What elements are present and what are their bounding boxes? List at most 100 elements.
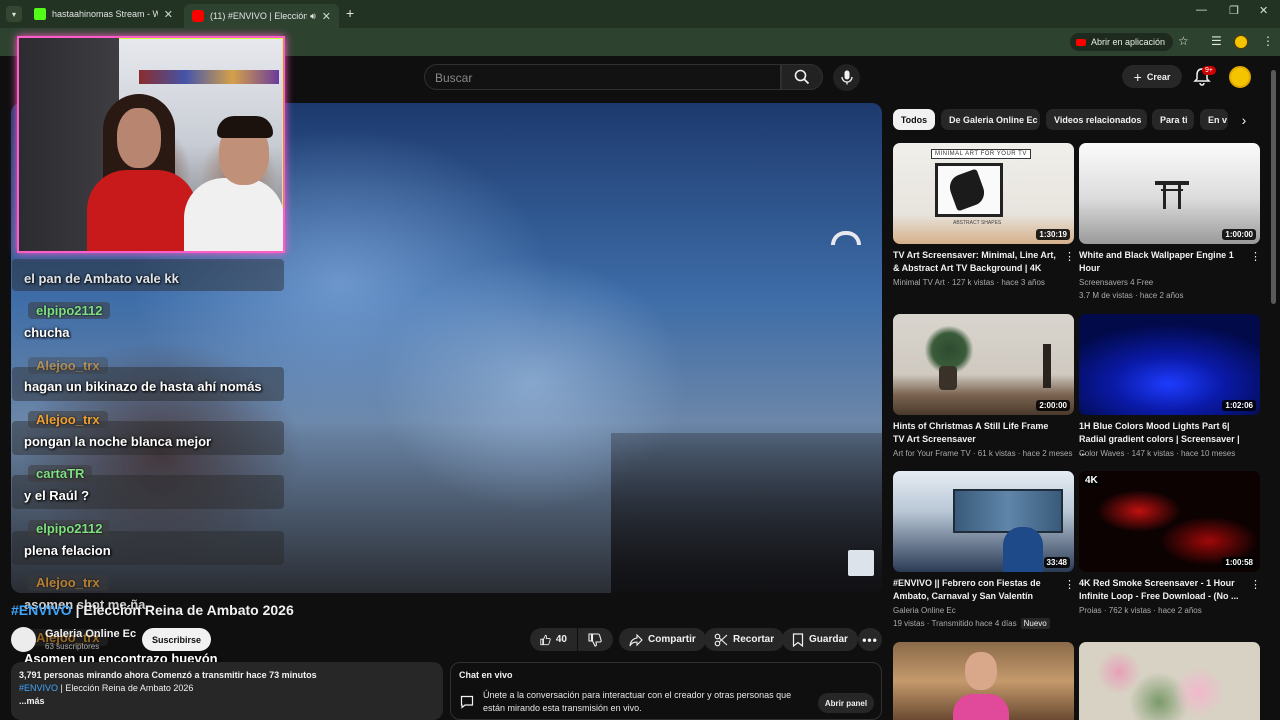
video-meta: Minimal TV Art · 127 k vistas · hace 3 a… — [893, 278, 1045, 287]
tab-youtube-live[interactable]: (11) #ENVIVO | Elección Rei 🔊︎ ✕ — [184, 4, 339, 28]
channel-name[interactable]: Art for Your Frame TV — [893, 449, 971, 458]
more-vert-icon[interactable]: ⋮ — [1064, 578, 1075, 591]
notifications-badge: 9+ — [1202, 66, 1216, 75]
live-chat-title: Chat en vivo — [459, 670, 513, 680]
live-chat-panel: Chat en vivo Únete a la conversación par… — [450, 662, 882, 720]
video-thumbnail[interactable]: 4K 1:00:58 — [1079, 471, 1260, 572]
video-thumbnail[interactable]: 1:02:06 — [1079, 314, 1260, 415]
video-title[interactable]: TV Art Screensaver: Minimal, Line Art, &… — [893, 249, 1058, 275]
video-thumbnail[interactable]: 2:00:00 — [893, 314, 1074, 415]
video-views-age: 127 k vistas · hace 3 años — [951, 278, 1045, 287]
youtube-icon — [1076, 38, 1086, 46]
video-title[interactable]: White and Black Wallpaper Engine 1 Hour — [1079, 249, 1244, 275]
chip-related[interactable]: Videos relacionados — [1046, 109, 1147, 130]
video-duration: 1:02:06 — [1222, 400, 1256, 411]
thumbnail-vase — [939, 366, 957, 390]
channel-name[interactable]: Galeria Online Ec — [893, 604, 1073, 617]
account-avatar[interactable] — [1229, 66, 1251, 88]
video-thumbnail[interactable]: MINIMAL ART FOR YOUR TV ABSTRACT SHAPES … — [893, 143, 1074, 244]
kick-icon — [34, 8, 46, 20]
search-button[interactable] — [781, 64, 823, 90]
search-icon — [794, 69, 810, 85]
thumbnail-caption: MINIMAL ART FOR YOUR TV — [931, 149, 1031, 159]
reading-list-icon[interactable]: ☰ — [1211, 34, 1222, 48]
open-in-app-button[interactable]: Abrir en aplicación — [1070, 33, 1174, 51]
save-label: Guardar — [809, 634, 848, 645]
like-button[interactable]: 40 — [530, 628, 577, 651]
chip-live[interactable]: En v — [1200, 109, 1228, 130]
save-button[interactable]: Guardar — [782, 628, 858, 651]
video-views-age: 3.7 M de vistas · hace 2 años — [1079, 291, 1184, 300]
chat-username: Alejoo_trx — [28, 574, 108, 591]
chip-from-channel[interactable]: De Galeria Online Ec — [941, 109, 1040, 130]
video-views-age: 19 vistas · Transmitido hace 4 días — [893, 619, 1017, 628]
more-vert-icon[interactable]: ⋮ — [1064, 250, 1075, 263]
open-panel-button[interactable]: Abrir panel — [818, 693, 874, 713]
channel-avatar[interactable] — [11, 627, 36, 652]
browser-menu-icon[interactable]: ⋮ — [1262, 34, 1274, 48]
channel-subscriber-count: 63 suscriptores — [45, 642, 100, 651]
close-tab-icon[interactable]: ✕ — [316, 10, 331, 23]
description-hashtag[interactable]: #ENVIVO — [19, 683, 58, 693]
video-title[interactable]: #ENVIVO || Febrero con Fiestas de Ambato… — [893, 577, 1058, 603]
thumbs-up-icon — [540, 634, 551, 645]
chips-next-button[interactable]: › — [1234, 109, 1254, 130]
bookmark-star-icon[interactable]: ☆ — [1178, 34, 1189, 48]
channel-name[interactable]: Color Waves — [1079, 449, 1125, 458]
profile-avatar-icon[interactable] — [1234, 35, 1248, 49]
clip-button[interactable]: Recortar — [704, 628, 785, 651]
plus-icon: + — [1133, 68, 1142, 85]
more-vert-icon[interactable]: ⋮ — [1250, 250, 1261, 263]
tab-list-button[interactable]: ▾ — [6, 6, 22, 22]
create-button[interactable]: + Crear — [1122, 65, 1182, 88]
channel-name[interactable]: Galeria Online Ec — [45, 628, 136, 640]
search-input[interactable]: Buscar — [424, 64, 781, 90]
description-more-link[interactable]: ...más — [19, 695, 435, 708]
video-meta: Proias · 762 k vistas · hace 2 años — [1079, 606, 1202, 615]
chip-all[interactable]: Todos — [893, 109, 935, 130]
video-description[interactable]: 3,791 personas mirando ahora Comenzó a t… — [11, 662, 443, 720]
video-duration: 33:48 — [1043, 557, 1070, 568]
voice-search-button[interactable] — [833, 64, 860, 91]
new-tab-button[interactable]: + — [346, 5, 354, 21]
video-duration: 1:30:19 — [1036, 229, 1070, 240]
share-button[interactable]: Compartir — [619, 628, 706, 651]
close-tab-icon[interactable]: ✕ — [158, 8, 173, 21]
webcam-shelf — [139, 70, 279, 84]
subscribe-button[interactable]: Suscribirse — [142, 628, 211, 651]
video-title[interactable]: Hints of Christmas A Still Life Frame TV… — [893, 420, 1058, 446]
chat-bubble-icon — [460, 695, 474, 709]
channel-name[interactable]: Screensavers 4 Free — [1079, 276, 1259, 289]
chat-username: cartaTR — [28, 465, 93, 482]
video-meta: Art for Your Frame TV · 61 k vistas · ha… — [893, 449, 1073, 458]
video-title[interactable]: 4K Red Smoke Screensaver - 1 Hour Infini… — [1079, 577, 1244, 603]
page-scrollbar[interactable] — [1271, 70, 1276, 304]
thumbnail-screens — [953, 489, 1063, 533]
dislike-button[interactable] — [578, 628, 613, 651]
video-thumbnail[interactable]: 33:48 — [893, 471, 1074, 572]
channel-watermark-icon[interactable] — [848, 550, 874, 576]
thumbnail-torii-gate — [1155, 181, 1189, 185]
video-meta: 19 vistas · Transmitido hace 4 días Nuevo — [893, 617, 1073, 630]
minimize-icon[interactable]: — — [1196, 4, 1207, 16]
maximize-icon[interactable]: ❐ — [1229, 4, 1239, 17]
tab-kick-stream[interactable]: hastaahinomas Stream - Watch ✕ — [26, 4, 181, 24]
channel-name[interactable]: Proias — [1079, 606, 1102, 615]
more-vert-icon[interactable]: ⋮ — [1250, 578, 1261, 591]
thumbnail-caption: ABSTRACT SHAPES — [953, 220, 1002, 226]
chat-message: y el Raúl ? — [24, 488, 90, 503]
video-title-hashtag[interactable]: #ENVIVO — [11, 602, 72, 618]
browser-tab-bar: ▾ hastaahinomas Stream - Watch ✕ (11) #E… — [0, 0, 1280, 28]
video-thumbnail[interactable]: 1:00:00 — [1079, 143, 1260, 244]
chip-for-you[interactable]: Para ti — [1152, 109, 1194, 130]
chat-username: Alejoo_trx — [28, 411, 108, 428]
close-window-icon[interactable]: ✕ — [1259, 4, 1268, 17]
tab-title: (11) #ENVIVO | Elección Rei — [210, 11, 308, 21]
more-actions-button[interactable]: ••• — [858, 628, 882, 651]
create-label: Crear — [1146, 71, 1171, 82]
video-thumbnail[interactable] — [893, 642, 1074, 720]
video-thumbnail[interactable] — [1079, 642, 1260, 720]
video-title: #ENVIVO | Elección Reina de Ambato 2026 — [11, 602, 294, 618]
chat-message: hagan un bikinazo de hasta ahí nomás — [24, 379, 262, 394]
channel-name[interactable]: Minimal TV Art — [893, 278, 945, 287]
